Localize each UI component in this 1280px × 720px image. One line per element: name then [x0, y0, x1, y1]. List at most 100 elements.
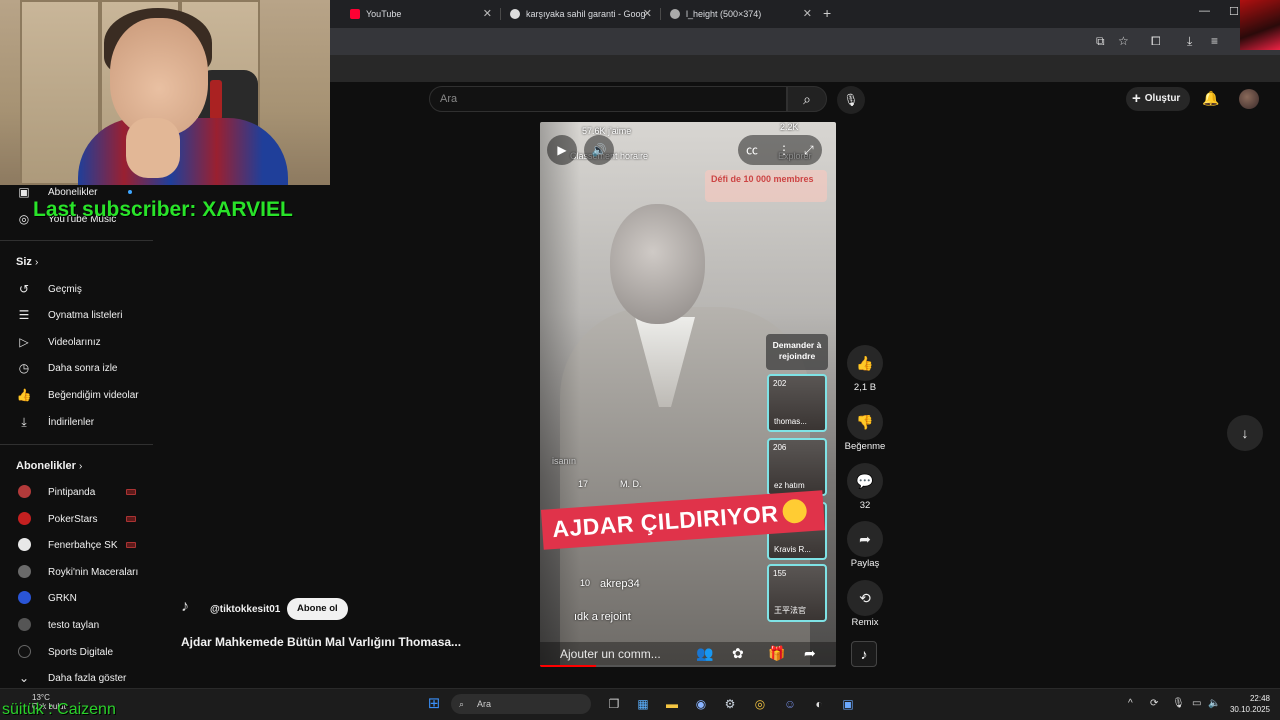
- play-button[interactable]: ▶: [547, 135, 577, 165]
- notifications-bell-icon[interactable]: 🔔: [1202, 90, 1219, 107]
- bookmark-star-icon[interactable]: ☆: [1118, 34, 1129, 48]
- sidebar-item-history[interactable]: ↺ Geçmiş: [0, 278, 155, 300]
- tab-google-search[interactable]: karşıyaka sahil garanti - Google ✕: [502, 3, 658, 25]
- windows-start-icon[interactable]: ⊞: [424, 694, 444, 714]
- close-tab-icon[interactable]: ✕: [803, 7, 812, 20]
- channel-avatar: [18, 565, 31, 578]
- chrome-icon[interactable]: ◎: [750, 694, 770, 714]
- video-title[interactable]: Ajdar Mahkemede Bütün Mal Varlığını Thom…: [181, 635, 461, 649]
- taskbar-search[interactable]: ⌕ Ara: [451, 694, 591, 714]
- extensions-icon[interactable]: ⧠: [1151, 34, 1161, 49]
- chevron-down-icon: ⌄: [18, 671, 30, 685]
- reading-list-icon[interactable]: ≡: [1211, 34, 1218, 48]
- sidebar-item-channel-pintipanda[interactable]: Pintipanda: [0, 481, 155, 503]
- guest-name: Kravis R...: [774, 545, 811, 554]
- voice-search-button[interactable]: 🎙: [837, 86, 865, 114]
- sidebar-you-heading[interactable]: Siz ›: [16, 256, 38, 268]
- volume-tray-icon[interactable]: 🔈: [1208, 698, 1220, 709]
- next-video-button[interactable]: ↓: [1227, 415, 1263, 451]
- taskbar-search-label: Ara: [477, 699, 492, 709]
- sidebar-item-watch-later[interactable]: ◷ Daha sonra izle: [0, 357, 155, 379]
- remix-button[interactable]: ⟲: [847, 580, 883, 616]
- volume-button[interactable]: 🔊: [584, 135, 614, 165]
- app-icon[interactable]: ◐: [809, 694, 829, 714]
- microphone-tray-icon[interactable]: 🎙: [1172, 698, 1185, 709]
- sidebar-item-playlists[interactable]: ☰ Oynatma listeleri: [0, 304, 155, 326]
- tab-separator: [660, 8, 661, 20]
- people-icon[interactable]: 👥: [696, 645, 713, 662]
- progress-bar[interactable]: [540, 665, 836, 667]
- new-tab-icon[interactable]: +: [823, 5, 831, 21]
- subscribe-button[interactable]: Abone ol: [287, 598, 348, 620]
- sync-icon[interactable]: ⟳: [1150, 698, 1158, 709]
- close-tab-icon[interactable]: ✕: [483, 7, 492, 20]
- channel-name[interactable]: @tiktokkesit01: [210, 604, 280, 615]
- live-likes-count: 57.6K j'aime: [582, 126, 632, 136]
- live-viewers-count: 2.2K: [780, 122, 799, 132]
- account-avatar[interactable]: [1239, 89, 1259, 109]
- sidebar-item-downloads[interactable]: ⤓ İndirilenler: [0, 411, 155, 433]
- downloads-icon[interactable]: ⤓: [1187, 34, 1192, 49]
- captions-icon[interactable]: ㏄: [746, 135, 758, 165]
- sidebar-item-label: Sports Digitale: [48, 646, 114, 658]
- gift-icon[interactable]: 🎁: [768, 645, 785, 662]
- like-button[interactable]: 👍: [847, 345, 883, 381]
- sidebar-item-label: Daha sonra izle: [48, 362, 118, 374]
- tiktok-logo-icon: ♪: [181, 598, 189, 615]
- rose-icon[interactable]: ✿: [732, 645, 744, 662]
- fullscreen-icon[interactable]: ⤢: [804, 135, 814, 165]
- channel-avatar: [18, 485, 31, 498]
- calculator-icon[interactable]: ▦: [633, 694, 653, 714]
- sidebar-subscriptions-heading[interactable]: Abonelikler ›: [16, 460, 82, 472]
- sidebar-item-channel-fenerbahce[interactable]: Fenerbahçe SK: [0, 534, 155, 556]
- sidebar-item-label: Abonelikler: [48, 186, 98, 198]
- taskbar-clock[interactable]: 22:48 30.10.2025: [1228, 693, 1270, 715]
- share-button[interactable]: ➦: [847, 521, 883, 557]
- sidebar-item-channel-royki[interactable]: Royki'nin Maceraları: [0, 561, 155, 583]
- minimize-icon[interactable]: —: [1199, 5, 1210, 17]
- corner-cam-thumbnail: [1240, 0, 1280, 50]
- shorts-player[interactable]: 57.6K j'aime 2.2K Classement horaire Exp…: [540, 122, 836, 667]
- tab-youtube[interactable]: YouTube ✕: [342, 3, 498, 25]
- share-arrow-icon[interactable]: ➦: [804, 645, 816, 662]
- network-icon[interactable]: ▭: [1192, 698, 1201, 709]
- create-label: Oluştur: [1144, 93, 1181, 104]
- task-view-icon[interactable]: ❐: [604, 694, 624, 714]
- file-explorer-icon[interactable]: ▬: [662, 694, 682, 714]
- sidebar-item-label: Geçmiş: [48, 283, 82, 295]
- share-icon: ➦: [859, 531, 871, 547]
- share-label: Paylaş: [850, 558, 880, 569]
- more-options-icon[interactable]: ⋮: [778, 135, 790, 165]
- search-icon: ⌕: [803, 91, 811, 107]
- maximize-icon[interactable]: ☐: [1229, 5, 1239, 18]
- guest-count: 206: [773, 443, 787, 452]
- app-icon[interactable]: ▣: [838, 694, 858, 714]
- sidebar-item-liked-videos[interactable]: 👍 Beğendiğim videolar: [0, 384, 155, 406]
- comments-button[interactable]: 💬: [847, 463, 883, 499]
- comment-input[interactable]: Ajouter un comm...: [560, 647, 661, 661]
- discord-icon[interactable]: ☺: [780, 694, 800, 714]
- chevron-right-icon: ›: [78, 461, 83, 472]
- sidebar-item-channel-grkn[interactable]: GRKN: [0, 587, 155, 609]
- dislike-button[interactable]: 👎: [847, 404, 883, 440]
- create-button[interactable]: + Oluştur: [1126, 87, 1190, 111]
- search-input[interactable]: Ara: [429, 86, 787, 112]
- sidebar-item-channel-sports-digitale[interactable]: Sports Digitale: [0, 641, 155, 663]
- chevron-right-icon: ›: [34, 257, 39, 268]
- guest-card: 202 thomas...: [767, 374, 827, 432]
- tray-overflow-icon[interactable]: ^: [1128, 698, 1133, 709]
- close-tab-icon[interactable]: ✕: [643, 7, 652, 20]
- sidebar-item-channel-testo-taylan[interactable]: testo taylan: [0, 614, 155, 636]
- sidebar-item-your-videos[interactable]: ▷ Videolarınız: [0, 331, 155, 353]
- search-button[interactable]: ⌕: [787, 86, 827, 112]
- steam-icon[interactable]: ⚙: [720, 694, 740, 714]
- sidebar-show-more[interactable]: ⌄ Daha fazla göster: [0, 667, 155, 689]
- install-app-icon[interactable]: ⧉: [1096, 34, 1105, 49]
- app-icon[interactable]: ◉: [691, 694, 711, 714]
- last-follower-overlay: süitük : Caizenn: [2, 701, 116, 718]
- tab-image[interactable]: l_height (500×374) ✕: [662, 3, 818, 25]
- sidebar-item-channel-pokerstars[interactable]: PokerStars: [0, 508, 155, 530]
- guest-card: 155 王平法官: [767, 564, 827, 622]
- chat-badge: 17: [578, 479, 589, 489]
- tiktok-sound-icon[interactable]: ♪: [851, 641, 877, 667]
